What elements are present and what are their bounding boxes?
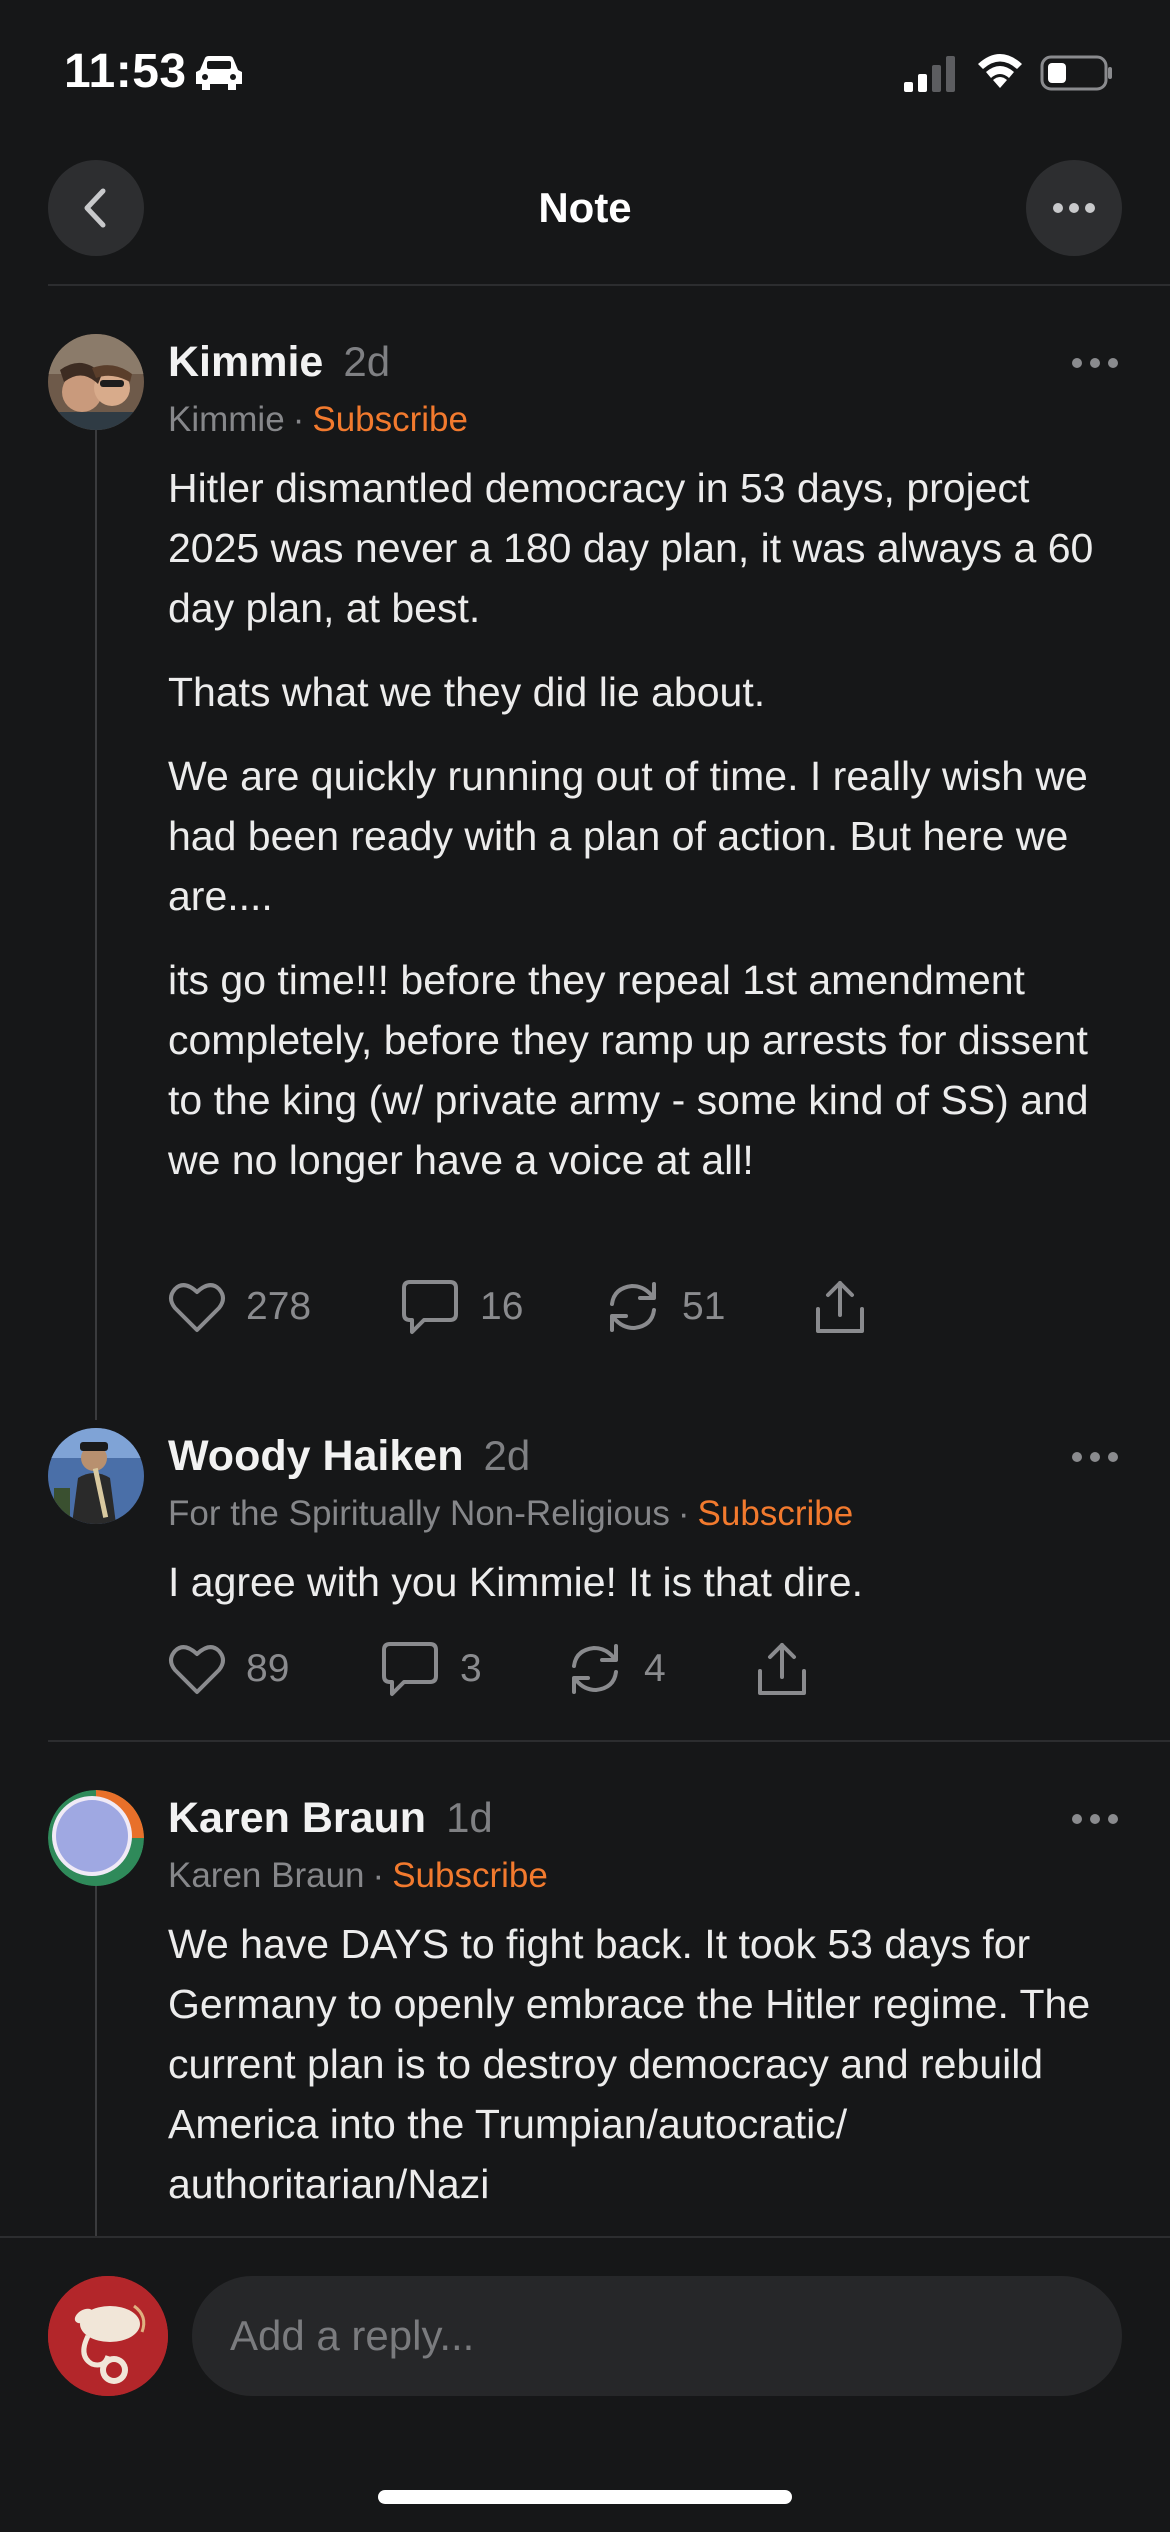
restack-count: 51 (682, 1285, 726, 1328)
comment-button[interactable]: 16 (400, 1272, 523, 1342)
post-menu-icon[interactable] (1070, 1812, 1120, 1826)
author-name[interactable]: Woody Haiken (168, 1432, 463, 1481)
post-author-row: Karen Braun 1d (168, 1794, 493, 1843)
publication-row: For the Spiritually Non-Religious · Subscr… (168, 1494, 853, 1534)
post-paragraph: Thats what we they did lie about. (168, 669, 766, 715)
post-age: 2d (343, 338, 391, 385)
separator: · (372, 1856, 385, 1895)
post-body: Hitler dismantled democracy in 53 days, … (168, 458, 1128, 1214)
publication-row: Kimmie · Subscribe (168, 400, 468, 440)
restack-button[interactable]: 51 (604, 1272, 725, 1342)
separator: · (677, 1494, 690, 1533)
post-paragraph: We have DAYS to fight back. It took 53 d… (168, 1921, 1091, 2207)
battery-icon (1040, 55, 1112, 91)
ellipsis-icon (1053, 203, 1095, 213)
subscribe-link[interactable]: Subscribe (312, 400, 468, 439)
home-indicator[interactable] (378, 2490, 792, 2504)
cellular-signal-icon (904, 56, 955, 92)
heart-icon (169, 1283, 225, 1332)
publication-name[interactable]: For the Spiritually Non-Religious (168, 1494, 670, 1533)
like-count: 278 (246, 1285, 312, 1328)
status-bar: 11:53 (0, 0, 1170, 150)
like-button[interactable]: 278 (168, 1272, 311, 1342)
status-time: 11:53 (64, 45, 187, 98)
subscribe-link[interactable]: Subscribe (698, 1494, 854, 1533)
reply-bar (0, 2236, 1170, 2532)
author-name[interactable]: Karen Braun (168, 1794, 426, 1843)
wifi-icon (978, 54, 1022, 88)
car-icon (196, 56, 242, 90)
post-body: We have DAYS to fight back. It took 53 d… (168, 1914, 1128, 2238)
restack-icon (572, 1644, 618, 1694)
separator: · (292, 400, 305, 439)
heart-icon (169, 1645, 225, 1694)
post-paragraph: Hitler dismantled democracy in 53 days, … (168, 465, 1094, 631)
share-button[interactable] (754, 1634, 810, 1704)
reply-input[interactable] (192, 2276, 1122, 2396)
like-button[interactable]: 89 (168, 1634, 289, 1704)
comment-icon (382, 1642, 438, 1696)
share-icon (816, 1281, 864, 1333)
post-body: I agree with you Kimmie! It is that dire… (168, 1552, 1128, 1636)
publication-name[interactable]: Kimmie (168, 400, 285, 439)
restack-icon (610, 1282, 656, 1332)
share-icon (758, 1643, 806, 1695)
comment-icon (402, 1280, 458, 1334)
avatar[interactable] (48, 1790, 144, 1886)
post-divider (48, 1740, 1170, 1742)
post-age: 1d (446, 1794, 493, 1841)
share-button[interactable] (812, 1272, 868, 1342)
restack-button[interactable]: 4 (566, 1634, 666, 1704)
like-count: 89 (246, 1647, 290, 1690)
post-menu-icon[interactable] (1070, 356, 1120, 370)
thread-line (95, 430, 97, 1420)
subscribe-link[interactable]: Subscribe (392, 1856, 548, 1895)
page-title: Note (538, 184, 632, 231)
post-menu-icon[interactable] (1070, 1450, 1120, 1464)
header-divider (48, 284, 1170, 286)
current-user-avatar[interactable] (48, 2276, 168, 2396)
header-bar: Note (0, 150, 1170, 286)
avatar[interactable] (48, 1428, 144, 1524)
post-paragraph: We are quickly running out of time. I re… (168, 753, 1088, 919)
post-paragraph: I agree with you Kimmie! It is that dire… (168, 1559, 863, 1605)
post-author-row: Woody Haiken 2d (168, 1432, 530, 1481)
comment-count: 16 (480, 1285, 524, 1328)
post-paragraph: its go time!!! before they repeal 1st am… (168, 957, 1089, 1183)
publication-name[interactable]: Karen Braun (168, 1856, 365, 1895)
comment-count: 3 (460, 1647, 482, 1690)
comment-button[interactable]: 3 (380, 1634, 482, 1704)
author-name[interactable]: Kimmie (168, 338, 323, 387)
publication-row: Karen Braun · Subscribe (168, 1856, 548, 1896)
avatar[interactable] (48, 334, 144, 430)
more-options-button[interactable] (1026, 160, 1122, 256)
restack-count: 4 (644, 1647, 666, 1690)
post-author-row: Kimmie 2d (168, 338, 390, 387)
post-age: 2d (483, 1432, 531, 1479)
